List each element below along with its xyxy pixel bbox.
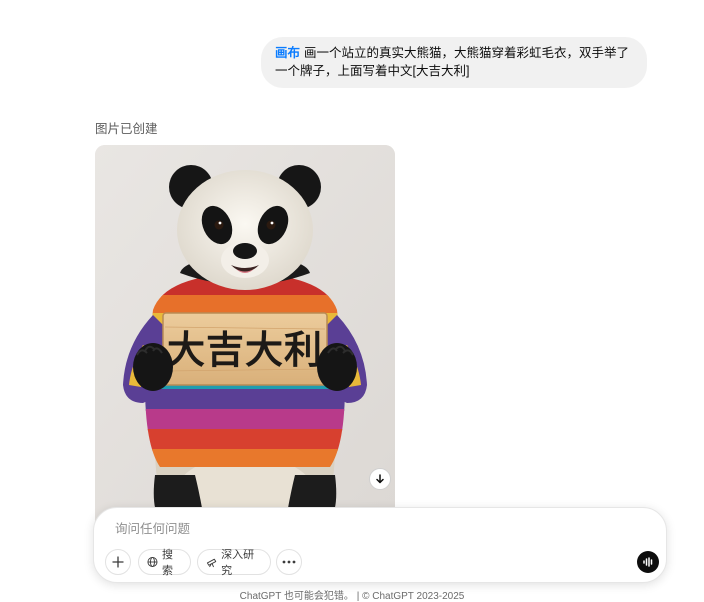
sign-board: 大吉大利 (162, 312, 328, 386)
plus-icon (112, 556, 124, 568)
sign-text: 大吉大利 (167, 328, 323, 372)
download-icon (376, 474, 384, 484)
panda-illustration: 大吉大利 (95, 145, 395, 525)
globe-icon (147, 556, 158, 568)
more-icon (282, 560, 296, 564)
telescope-icon (206, 558, 217, 568)
image-created-status: 图片已创建 (95, 122, 158, 136)
voice-mode-icon (643, 557, 653, 567)
deep-research-label: 深入研究 (221, 549, 255, 577)
deep-research-button[interactable]: 深入研究 (197, 549, 271, 577)
user-message-bubble: 画布 画一个站立的真实大熊猫，大熊猫穿着彩虹毛衣，双手举了一个牌子，上面写着中文[… (261, 37, 647, 88)
search-button[interactable]: 搜索 (138, 549, 191, 577)
more-tools-button[interactable] (276, 549, 302, 575)
search-button-label: 搜索 (161, 549, 173, 577)
canvas-tag[interactable]: 画布 (275, 46, 300, 60)
voice-mode-button[interactable] (637, 551, 659, 573)
prompt-input[interactable] (113, 519, 617, 539)
download-button[interactable] (369, 468, 391, 490)
user-message-text: 画一个站立的真实大熊猫，大熊猫穿着彩虹毛衣，双手举了一个牌子，上面写着中文[大吉… (275, 46, 630, 78)
generated-image[interactable]: 大吉大利 (95, 145, 395, 525)
message-composer: 搜索 深入研究 (93, 507, 667, 583)
add-attachment-button[interactable] (105, 549, 131, 575)
